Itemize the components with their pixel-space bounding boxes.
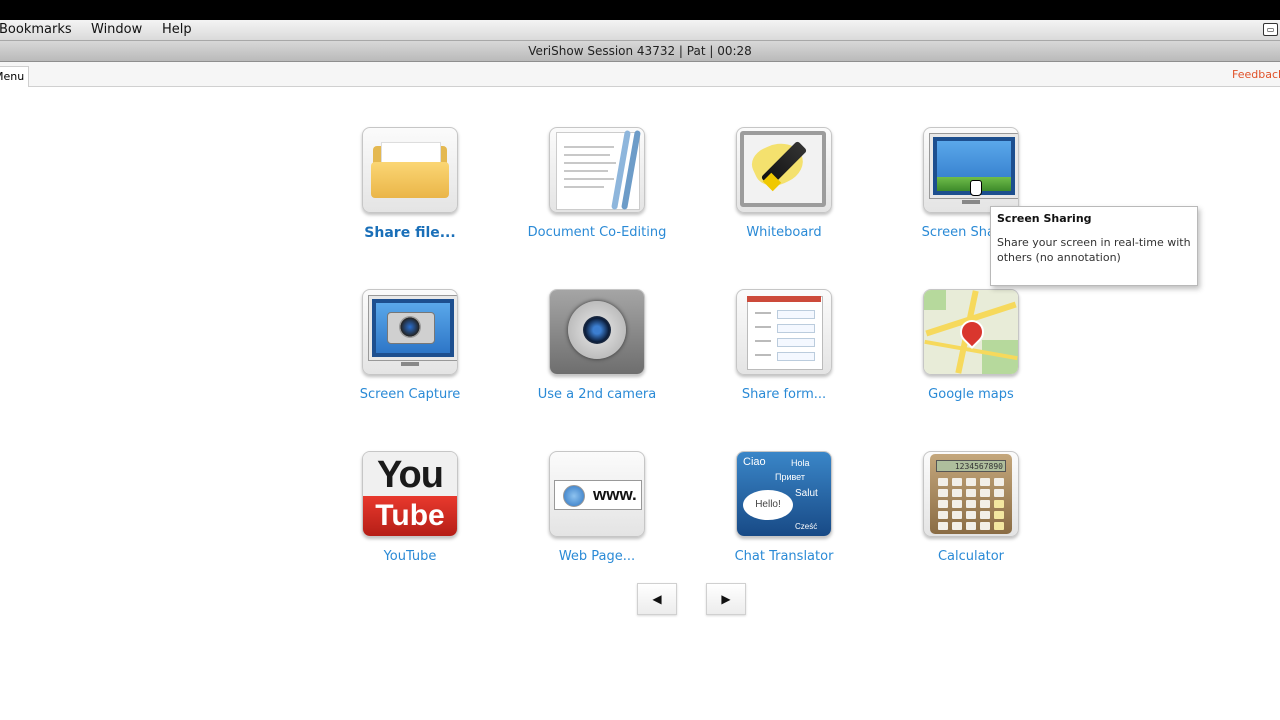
document-icon[interactable] xyxy=(549,127,645,213)
calculator-key xyxy=(952,511,962,519)
app-label[interactable]: Whiteboard xyxy=(704,225,864,240)
tooltip-body: Share your screen in real-time with othe… xyxy=(997,236,1191,264)
form-icon[interactable] xyxy=(736,289,832,375)
app-label[interactable]: Use a 2nd camera xyxy=(517,387,677,402)
globe-icon xyxy=(563,485,585,507)
app-label[interactable]: YouTube xyxy=(330,549,490,564)
translator-word: Ciao xyxy=(743,456,766,468)
menu-window[interactable]: Window xyxy=(91,22,142,37)
camera-screen-icon[interactable] xyxy=(362,289,458,375)
app-label[interactable]: Share file... xyxy=(330,225,490,241)
calculator-icon[interactable]: 1234567890 xyxy=(923,451,1019,537)
window-title: VeriShow Session 43732 | Pat | 00:28 xyxy=(0,41,1280,62)
app-label[interactable]: Web Page... xyxy=(517,549,677,564)
tooltip-title: Screen Sharing xyxy=(997,212,1092,225)
calculator-key xyxy=(966,489,976,497)
app-document-co-editing[interactable]: Document Co-Editing xyxy=(517,127,677,240)
calculator-key xyxy=(952,522,962,530)
calculator-key xyxy=(980,511,990,519)
prev-page-button[interactable]: ◀ xyxy=(637,583,677,615)
translator-word: Привет xyxy=(775,472,806,482)
tab-menu-label: Menu xyxy=(0,70,25,83)
calculator-key xyxy=(938,511,948,519)
calculator-key xyxy=(938,500,948,508)
app-label[interactable]: Google maps xyxy=(891,387,1051,402)
map-icon[interactable] xyxy=(923,289,1019,375)
next-page-button[interactable]: ▶ xyxy=(706,583,746,615)
tab-bar: Menu Feedback xyxy=(0,62,1280,87)
translator-word: Cześć xyxy=(795,522,818,531)
app-label[interactable]: Document Co-Editing xyxy=(517,225,677,240)
app-chat-translator[interactable]: Ciao Hola Привет Salut Cześć Hello! Chat… xyxy=(704,451,864,564)
menu-bar: Bookmarks Window Help ▭ xyxy=(0,20,1280,41)
app-label[interactable]: Screen Capture xyxy=(330,387,490,402)
folder-icon[interactable] xyxy=(362,127,458,213)
calculator-key xyxy=(966,511,976,519)
calculator-key xyxy=(994,489,1004,497)
calculator-key xyxy=(966,522,976,530)
hand-cursor-icon xyxy=(970,180,982,196)
app-share-form[interactable]: Share form... xyxy=(704,289,864,402)
translator-word: Hola xyxy=(791,458,810,468)
calculator-key xyxy=(980,500,990,508)
app-label[interactable]: Chat Translator xyxy=(704,549,864,564)
app-whiteboard[interactable]: Whiteboard xyxy=(704,127,864,240)
speech-bubble-icon: Hello! xyxy=(743,490,793,520)
app-google-maps[interactable]: Google maps xyxy=(891,289,1051,402)
calculator-key xyxy=(994,522,1004,530)
youtube-logo-top: You xyxy=(363,452,457,496)
app-web-page[interactable]: www. Web Page... xyxy=(517,451,677,564)
youtube-icon[interactable]: You Tube xyxy=(362,451,458,537)
calculator-key xyxy=(966,500,976,508)
calculator-key xyxy=(938,489,948,497)
app-screen-capture[interactable]: Screen Capture xyxy=(330,289,490,402)
calculator-key xyxy=(994,478,1004,486)
web-page-icon[interactable]: www. xyxy=(549,451,645,537)
menu-bookmarks[interactable]: Bookmarks xyxy=(0,22,72,37)
app-second-camera[interactable]: Use a 2nd camera xyxy=(517,289,677,402)
calculator-key xyxy=(980,478,990,486)
calculator-key xyxy=(980,522,990,530)
calculator-key xyxy=(966,478,976,486)
calculator-key xyxy=(952,500,962,508)
calculator-key xyxy=(938,478,948,486)
translator-icon[interactable]: Ciao Hola Привет Salut Cześć Hello! xyxy=(736,451,832,537)
calculator-key xyxy=(938,522,948,530)
app-share-file[interactable]: Share file... xyxy=(330,127,490,241)
window-control-icon[interactable]: ▭ xyxy=(1263,23,1278,36)
whiteboard-icon[interactable] xyxy=(736,127,832,213)
calculator-display: 1234567890 xyxy=(936,460,1006,472)
calculator-key xyxy=(952,489,962,497)
tooltip-screen-sharing: Screen Sharing Share your screen in real… xyxy=(990,206,1198,286)
calculator-key xyxy=(994,500,1004,508)
top-black-bar xyxy=(0,0,1280,20)
web-icon-text: www. xyxy=(593,485,637,504)
calculator-key xyxy=(952,478,962,486)
app-label[interactable]: Share form... xyxy=(704,387,864,402)
tab-menu[interactable]: Menu xyxy=(0,66,29,87)
feedback-link[interactable]: Feedback xyxy=(1232,68,1280,81)
calculator-key xyxy=(994,511,1004,519)
monitor-icon[interactable] xyxy=(923,127,1019,213)
youtube-logo-bottom: Tube xyxy=(363,496,457,536)
app-youtube[interactable]: You Tube YouTube xyxy=(330,451,490,564)
camera-lens-icon[interactable] xyxy=(549,289,645,375)
app-calculator[interactable]: 1234567890 Calculator xyxy=(891,451,1051,564)
calculator-key xyxy=(980,489,990,497)
translator-word: Salut xyxy=(795,488,818,499)
menu-help[interactable]: Help xyxy=(162,22,192,37)
app-label[interactable]: Calculator xyxy=(891,549,1051,564)
